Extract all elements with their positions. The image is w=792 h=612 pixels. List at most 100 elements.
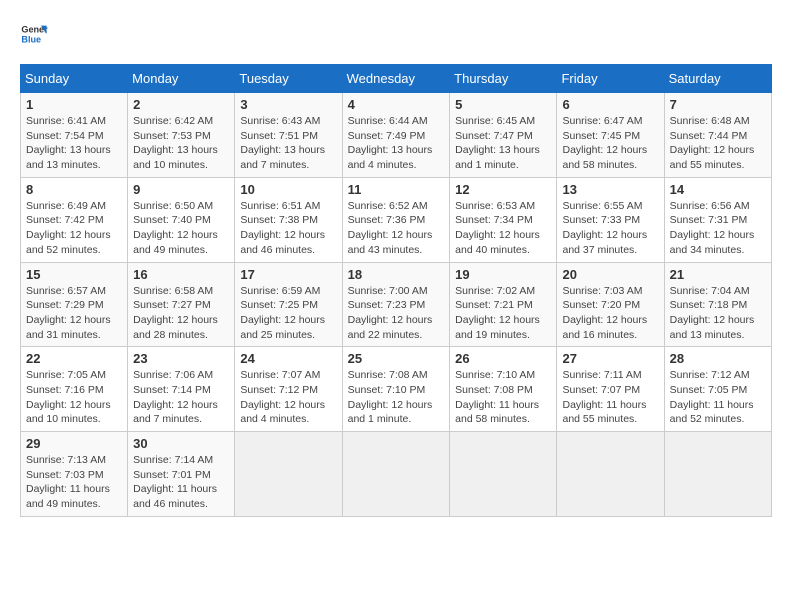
calendar-cell: 19 Sunrise: 7:02 AMSunset: 7:21 PMDayligh… — [450, 262, 557, 347]
calendar-table: SundayMondayTuesdayWednesdayThursdayFrid… — [20, 64, 772, 517]
day-number: 3 — [240, 97, 336, 112]
day-number: 9 — [133, 182, 229, 197]
calendar-week-row: 29Sunrise: 7:13 AMSunset: 7:03 PMDayligh… — [21, 432, 772, 517]
calendar-cell — [664, 432, 771, 517]
day-info: Sunrise: 7:06 AMSunset: 7:14 PMDaylight:… — [133, 368, 229, 427]
day-number: 2 — [133, 97, 229, 112]
day-number: 12 — [455, 182, 551, 197]
svg-text:Blue: Blue — [21, 34, 41, 44]
day-info: Sunrise: 6:44 AMSunset: 7:49 PMDaylight:… — [348, 114, 445, 173]
day-number: 16 — [133, 267, 229, 282]
day-info: Sunrise: 6:47 AMSunset: 7:45 PMDaylight:… — [562, 114, 658, 173]
day-info: Sunrise: 6:57 AMSunset: 7:29 PMDaylight:… — [26, 284, 122, 343]
calendar-cell: 13 Sunrise: 6:55 AMSunset: 7:33 PMDayligh… — [557, 177, 664, 262]
day-number: 24 — [240, 351, 336, 366]
logo-icon: General Blue — [20, 20, 48, 48]
day-info: Sunrise: 6:56 AMSunset: 7:31 PMDaylight:… — [670, 199, 766, 258]
calendar-cell: 10 Sunrise: 6:51 AMSunset: 7:38 PMDayligh… — [235, 177, 342, 262]
calendar-day-header: Monday — [128, 65, 235, 93]
calendar-cell: 4 Sunrise: 6:44 AMSunset: 7:49 PMDaylight… — [342, 93, 450, 178]
day-number: 4 — [348, 97, 445, 112]
calendar-cell: 9Sunrise: 6:50 AMSunset: 7:40 PMDaylight… — [128, 177, 235, 262]
calendar-day-header: Wednesday — [342, 65, 450, 93]
calendar-week-row: 8Sunrise: 6:49 AMSunset: 7:42 PMDaylight… — [21, 177, 772, 262]
calendar-cell: 15 Sunrise: 6:57 AMSunset: 7:29 PMDayligh… — [21, 262, 128, 347]
day-info: Sunrise: 6:48 AMSunset: 7:44 PMDaylight:… — [670, 114, 766, 173]
calendar-body: 1 Sunrise: 6:41 AMSunset: 7:54 PMDaylight… — [21, 93, 772, 517]
day-info: Sunrise: 7:08 AMSunset: 7:10 PMDaylight:… — [348, 368, 445, 427]
day-number: 7 — [670, 97, 766, 112]
day-info: Sunrise: 7:11 AMSunset: 7:07 PMDaylight:… — [562, 368, 658, 427]
calendar-cell: 2 Sunrise: 6:42 AMSunset: 7:53 PMDaylight… — [128, 93, 235, 178]
day-number: 15 — [26, 267, 122, 282]
calendar-cell: 14 Sunrise: 6:56 AMSunset: 7:31 PMDayligh… — [664, 177, 771, 262]
day-info: Sunrise: 6:53 AMSunset: 7:34 PMDaylight:… — [455, 199, 551, 258]
day-number: 20 — [562, 267, 658, 282]
calendar-cell — [235, 432, 342, 517]
day-info: Sunrise: 7:00 AMSunset: 7:23 PMDaylight:… — [348, 284, 445, 343]
calendar-cell — [557, 432, 664, 517]
calendar-cell: 28 Sunrise: 7:12 AMSunset: 7:05 PMDayligh… — [664, 347, 771, 432]
day-info: Sunrise: 6:49 AMSunset: 7:42 PMDaylight:… — [26, 199, 122, 258]
day-number: 21 — [670, 267, 766, 282]
day-info: Sunrise: 7:04 AMSunset: 7:18 PMDaylight:… — [670, 284, 766, 343]
calendar-cell: 1 Sunrise: 6:41 AMSunset: 7:54 PMDaylight… — [21, 93, 128, 178]
day-number: 27 — [562, 351, 658, 366]
calendar-cell: 29Sunrise: 7:13 AMSunset: 7:03 PMDayligh… — [21, 432, 128, 517]
calendar-cell: 26 Sunrise: 7:10 AMSunset: 7:08 PMDayligh… — [450, 347, 557, 432]
calendar-header-row: SundayMondayTuesdayWednesdayThursdayFrid… — [21, 65, 772, 93]
calendar-cell: 8Sunrise: 6:49 AMSunset: 7:42 PMDaylight… — [21, 177, 128, 262]
day-info: Sunrise: 7:03 AMSunset: 7:20 PMDaylight:… — [562, 284, 658, 343]
calendar-week-row: 22 Sunrise: 7:05 AMSunset: 7:16 PMDayligh… — [21, 347, 772, 432]
day-info: Sunrise: 7:02 AMSunset: 7:21 PMDaylight:… — [455, 284, 551, 343]
day-number: 13 — [562, 182, 658, 197]
calendar-cell: 24 Sunrise: 7:07 AMSunset: 7:12 PMDayligh… — [235, 347, 342, 432]
calendar-cell: 7 Sunrise: 6:48 AMSunset: 7:44 PMDaylight… — [664, 93, 771, 178]
calendar-cell: 22 Sunrise: 7:05 AMSunset: 7:16 PMDayligh… — [21, 347, 128, 432]
day-info: Sunrise: 7:13 AMSunset: 7:03 PMDaylight:… — [26, 453, 122, 512]
day-number: 11 — [348, 182, 445, 197]
day-info: Sunrise: 6:51 AMSunset: 7:38 PMDaylight:… — [240, 199, 336, 258]
day-info: Sunrise: 6:42 AMSunset: 7:53 PMDaylight:… — [133, 114, 229, 173]
day-number: 17 — [240, 267, 336, 282]
day-number: 22 — [26, 351, 122, 366]
day-info: Sunrise: 7:14 AMSunset: 7:01 PMDaylight:… — [133, 453, 229, 512]
calendar-cell: 20 Sunrise: 7:03 AMSunset: 7:20 PMDayligh… — [557, 262, 664, 347]
calendar-cell: 5 Sunrise: 6:45 AMSunset: 7:47 PMDaylight… — [450, 93, 557, 178]
day-number: 19 — [455, 267, 551, 282]
day-info: Sunrise: 7:12 AMSunset: 7:05 PMDaylight:… — [670, 368, 766, 427]
day-info: Sunrise: 7:07 AMSunset: 7:12 PMDaylight:… — [240, 368, 336, 427]
calendar-cell: 21 Sunrise: 7:04 AMSunset: 7:18 PMDayligh… — [664, 262, 771, 347]
day-number: 23 — [133, 351, 229, 366]
day-info: Sunrise: 6:45 AMSunset: 7:47 PMDaylight:… — [455, 114, 551, 173]
day-info: Sunrise: 6:59 AMSunset: 7:25 PMDaylight:… — [240, 284, 336, 343]
day-info: Sunrise: 6:55 AMSunset: 7:33 PMDaylight:… — [562, 199, 658, 258]
calendar-cell: 27 Sunrise: 7:11 AMSunset: 7:07 PMDayligh… — [557, 347, 664, 432]
calendar-cell: 17 Sunrise: 6:59 AMSunset: 7:25 PMDayligh… — [235, 262, 342, 347]
day-number: 5 — [455, 97, 551, 112]
calendar-cell: 12 Sunrise: 6:53 AMSunset: 7:34 PMDayligh… — [450, 177, 557, 262]
day-number: 30 — [133, 436, 229, 451]
day-info: Sunrise: 6:43 AMSunset: 7:51 PMDaylight:… — [240, 114, 336, 173]
day-number: 10 — [240, 182, 336, 197]
calendar-cell: 25Sunrise: 7:08 AMSunset: 7:10 PMDayligh… — [342, 347, 450, 432]
calendar-cell: 18Sunrise: 7:00 AMSunset: 7:23 PMDayligh… — [342, 262, 450, 347]
day-info: Sunrise: 7:10 AMSunset: 7:08 PMDaylight:… — [455, 368, 551, 427]
calendar-cell — [342, 432, 450, 517]
day-number: 6 — [562, 97, 658, 112]
day-number: 1 — [26, 97, 122, 112]
calendar-day-header: Tuesday — [235, 65, 342, 93]
calendar-week-row: 1 Sunrise: 6:41 AMSunset: 7:54 PMDaylight… — [21, 93, 772, 178]
day-info: Sunrise: 6:41 AMSunset: 7:54 PMDaylight:… — [26, 114, 122, 173]
calendar-cell: 23 Sunrise: 7:06 AMSunset: 7:14 PMDayligh… — [128, 347, 235, 432]
logo: General Blue — [20, 20, 48, 48]
calendar-cell: 3 Sunrise: 6:43 AMSunset: 7:51 PMDaylight… — [235, 93, 342, 178]
calendar-cell: 16Sunrise: 6:58 AMSunset: 7:27 PMDayligh… — [128, 262, 235, 347]
day-number: 14 — [670, 182, 766, 197]
day-info: Sunrise: 7:05 AMSunset: 7:16 PMDaylight:… — [26, 368, 122, 427]
calendar-cell: 30 Sunrise: 7:14 AMSunset: 7:01 PMDayligh… — [128, 432, 235, 517]
calendar-cell: 6 Sunrise: 6:47 AMSunset: 7:45 PMDaylight… — [557, 93, 664, 178]
day-number: 28 — [670, 351, 766, 366]
calendar-day-header: Saturday — [664, 65, 771, 93]
day-number: 26 — [455, 351, 551, 366]
